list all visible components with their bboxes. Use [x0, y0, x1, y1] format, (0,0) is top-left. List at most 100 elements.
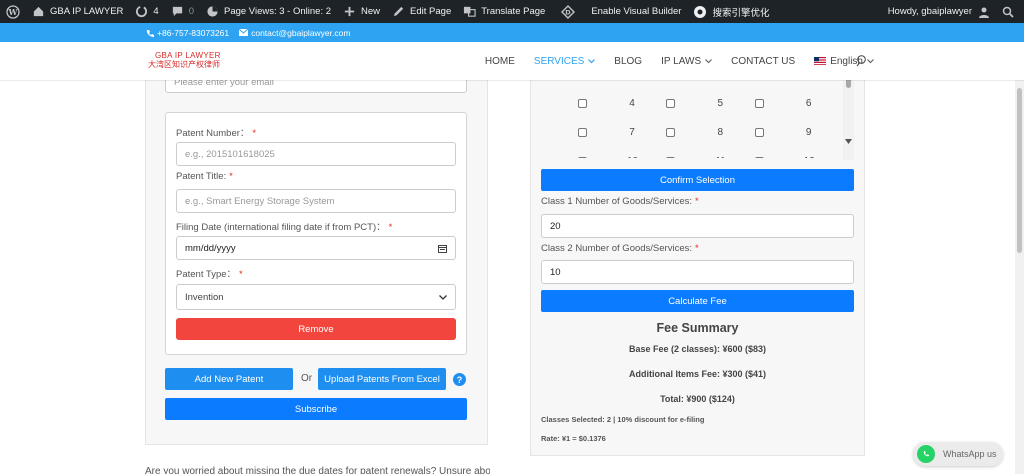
- email-input[interactable]: Please enter your email: [165, 80, 467, 93]
- class-option[interactable]: 7: [578, 127, 666, 138]
- patent-title-label: Patent Title: *: [176, 171, 233, 182]
- class-number: 8: [717, 126, 724, 138]
- nav-contact[interactable]: CONTACT US: [731, 56, 795, 67]
- divi-icon-item[interactable]: D: [551, 0, 585, 23]
- filing-date-placeholder: mm/dd/yyyy: [185, 242, 236, 254]
- comments-menu[interactable]: 0: [165, 0, 200, 23]
- home-icon: [33, 6, 44, 17]
- main-header: GBA IP LAWYER 大湾区知识产权律师 HOME SERVICES BL…: [0, 42, 1024, 80]
- patent-type-label: Patent Type： *: [176, 269, 243, 280]
- logo-line-2: 大湾区知识产权律师: [148, 60, 220, 69]
- class-option[interactable]: 6: [754, 97, 843, 109]
- class2-value: 10: [550, 266, 561, 278]
- phone-item[interactable]: +86-757-83073261: [146, 28, 229, 38]
- translate-page-link[interactable]: Translate Page: [457, 0, 551, 23]
- logo-line-1: GBA IP LAWYER: [155, 51, 221, 60]
- howdy-text: Howdy, gbaiplawyer: [887, 6, 972, 17]
- class1-goods-input[interactable]: 20: [541, 214, 854, 238]
- class-option[interactable]: 4: [578, 98, 666, 109]
- visual-builder-link[interactable]: Enable Visual Builder: [585, 0, 687, 23]
- site-logo[interactable]: GBA IP LAWYER 大湾区知识产权律师: [148, 51, 228, 69]
- svg-text:W: W: [8, 7, 19, 17]
- new-content-menu[interactable]: New: [337, 0, 386, 23]
- email-item[interactable]: contact@gbaiplawyer.com: [239, 28, 350, 38]
- remove-patent-button[interactable]: Remove: [176, 318, 456, 340]
- filing-date-label: Filing Date (international filing date i…: [176, 222, 393, 233]
- seo-menu[interactable]: 搜索引擎优化: [687, 0, 775, 23]
- class-checkbox[interactable]: [754, 98, 764, 108]
- patent-number-label: Patent Number： *: [176, 128, 257, 139]
- chevron-down-icon: [705, 58, 713, 63]
- updates-count: 4: [153, 6, 159, 17]
- nav-ip-laws[interactable]: IP LAWS: [661, 56, 713, 67]
- class-list-scrollbar[interactable]: [843, 80, 854, 160]
- edit-page-link[interactable]: Edit Page: [386, 0, 457, 23]
- edit-page-label: Edit Page: [410, 6, 452, 17]
- patent-number-input[interactable]: e.g., 2015101618025: [176, 142, 456, 166]
- help-icon[interactable]: ?: [453, 373, 466, 386]
- chevron-down-icon: [588, 58, 596, 63]
- nav-blog[interactable]: BLOG: [614, 56, 642, 67]
- exchange-rate-text: Rate: ¥1 = $0.1376: [541, 434, 606, 443]
- page-views-menu[interactable]: Page Views: 3 - Online: 2: [200, 0, 337, 23]
- chevron-down-icon: [439, 295, 447, 300]
- nav-services-label: SERVICES: [533, 55, 585, 67]
- calculate-fee-button[interactable]: Calculate Fee: [541, 290, 854, 312]
- filing-date-input[interactable]: mm/dd/yyyy: [176, 236, 456, 260]
- phone-number: +86-757-83073261: [157, 27, 230, 38]
- whatsapp-button[interactable]: WhatsApp us: [913, 442, 1003, 466]
- chart-pie-icon: [207, 6, 218, 17]
- site-name-menu[interactable]: GBA IP LAWYER: [26, 0, 129, 23]
- page-content: Please enter your email Patent Number： * …: [0, 80, 1024, 474]
- pencil-icon: [393, 6, 404, 17]
- page-scrollbar-thumb[interactable]: [1017, 88, 1022, 253]
- fee-summary-title: Fee Summary: [656, 321, 739, 335]
- wp-logo-menu[interactable]: W: [0, 0, 26, 23]
- class-checkbox[interactable]: [754, 127, 764, 137]
- divi-logo-icon: D: [561, 4, 576, 19]
- class-checkbox[interactable]: [666, 98, 676, 108]
- nav-blog-label: BLOG: [614, 55, 643, 67]
- page-scrollbar[interactable]: [1015, 80, 1024, 474]
- classes-selected-text: Classes Selected: 2 | 10% discount for e…: [541, 415, 705, 424]
- base-fee-text: Base Fee (2 classes): ¥600 ($83): [628, 344, 767, 354]
- upload-excel-button[interactable]: Upload Patents From Excel: [318, 368, 446, 390]
- patent-title-placeholder: e.g., Smart Energy Storage System: [185, 195, 335, 207]
- my-account-menu[interactable]: Howdy, gbaiplawyer: [882, 0, 996, 23]
- subscribe-button[interactable]: Subscribe: [165, 398, 467, 420]
- class2-goods-input[interactable]: 10: [541, 260, 854, 284]
- class-number: 6: [805, 97, 812, 109]
- nav-services[interactable]: SERVICES: [533, 55, 596, 67]
- class-number: 4: [629, 97, 635, 109]
- updates-menu[interactable]: 4: [129, 0, 164, 23]
- class-checkbox[interactable]: [578, 127, 587, 137]
- new-label: New: [361, 6, 381, 17]
- class-row: 7 8 9: [578, 125, 843, 139]
- wp-admin-bar: W GBA IP LAWYER 4 0 Page Views: 3 - Onli…: [0, 0, 1024, 23]
- add-new-patent-button[interactable]: Add New Patent: [165, 368, 293, 390]
- scrollbar-thumb[interactable]: [846, 80, 851, 88]
- class1-label: Class 1 Number of Goods/Services: *: [541, 196, 699, 207]
- class-checkbox[interactable]: [578, 98, 587, 108]
- patent-type-value: Invention: [185, 291, 224, 303]
- class-selection-list[interactable]: [541, 80, 854, 160]
- class-option[interactable]: 8: [666, 127, 754, 138]
- confirm-selection-button[interactable]: Confirm Selection: [541, 169, 854, 191]
- updates-icon: [136, 5, 148, 18]
- class-option[interactable]: 5: [666, 98, 754, 109]
- patent-title-input[interactable]: e.g., Smart Energy Storage System: [176, 189, 456, 213]
- site-name: GBA IP LAWYER: [50, 6, 124, 17]
- scroll-down-arrow-icon[interactable]: [845, 139, 852, 144]
- class-number: 9: [805, 126, 812, 138]
- additional-fee-text: Additional Items Fee: ¥300 ($41): [628, 369, 767, 379]
- comments-count: 0: [188, 6, 194, 17]
- admin-search[interactable]: [996, 0, 1024, 23]
- calendar-icon[interactable]: [438, 244, 447, 253]
- class-checkbox[interactable]: [666, 127, 676, 137]
- nav-home[interactable]: HOME: [485, 56, 515, 67]
- search-icon[interactable]: [856, 55, 867, 67]
- class1-value: 20: [550, 220, 561, 232]
- patent-type-select[interactable]: Invention: [176, 284, 456, 310]
- class-option[interactable]: 9: [754, 126, 843, 138]
- envelope-icon: [239, 29, 249, 36]
